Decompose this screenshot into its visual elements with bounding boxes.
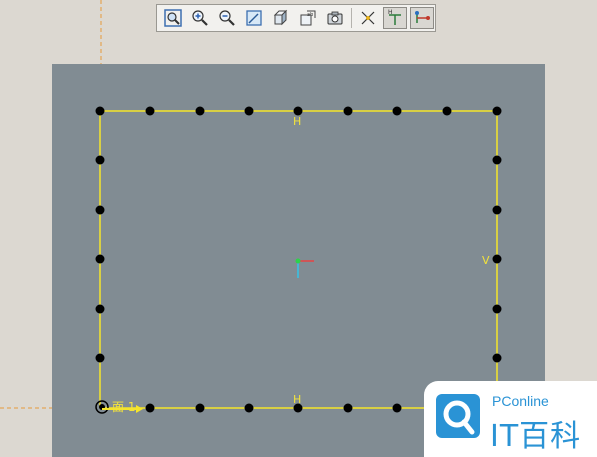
sketch-point[interactable] (492, 205, 502, 215)
sketch-point[interactable] (195, 403, 205, 413)
sketch-point[interactable] (145, 403, 155, 413)
sketch-point[interactable] (95, 304, 105, 314)
sketch-point[interactable] (244, 403, 254, 413)
sketch-point[interactable] (95, 106, 105, 116)
sketch-point[interactable] (95, 155, 105, 165)
sketch-point[interactable] (492, 353, 502, 363)
sketch-point[interactable] (343, 106, 353, 116)
sketch-point[interactable] (145, 106, 155, 116)
sketch-point[interactable] (95, 205, 105, 215)
constraint-h-bottom: H (293, 393, 302, 406)
sketch-point[interactable] (492, 155, 502, 165)
constraint-v-right: V (482, 254, 490, 267)
sketch-point[interactable] (492, 254, 502, 264)
sketch-point[interactable] (95, 254, 105, 264)
watermark-brand: PConline (492, 393, 549, 409)
sketch-point[interactable] (392, 106, 402, 116)
origin-csys (295, 258, 314, 278)
sketch-point[interactable] (195, 106, 205, 116)
sketch-point[interactable] (442, 106, 452, 116)
sketch-point[interactable] (492, 304, 502, 314)
sketch-point[interactable] (244, 106, 254, 116)
sketch-point[interactable] (343, 403, 353, 413)
sketch-point[interactable] (492, 106, 502, 116)
watermark-name: IT百科 (490, 419, 582, 454)
sketch-point[interactable] (392, 403, 402, 413)
watermark-logo: PConline IT百科 (424, 381, 597, 457)
sketch-point[interactable] (95, 353, 105, 363)
constraint-h-top: H (293, 115, 302, 128)
origin-label: 面 1 (112, 400, 136, 414)
search-icon (436, 394, 480, 438)
